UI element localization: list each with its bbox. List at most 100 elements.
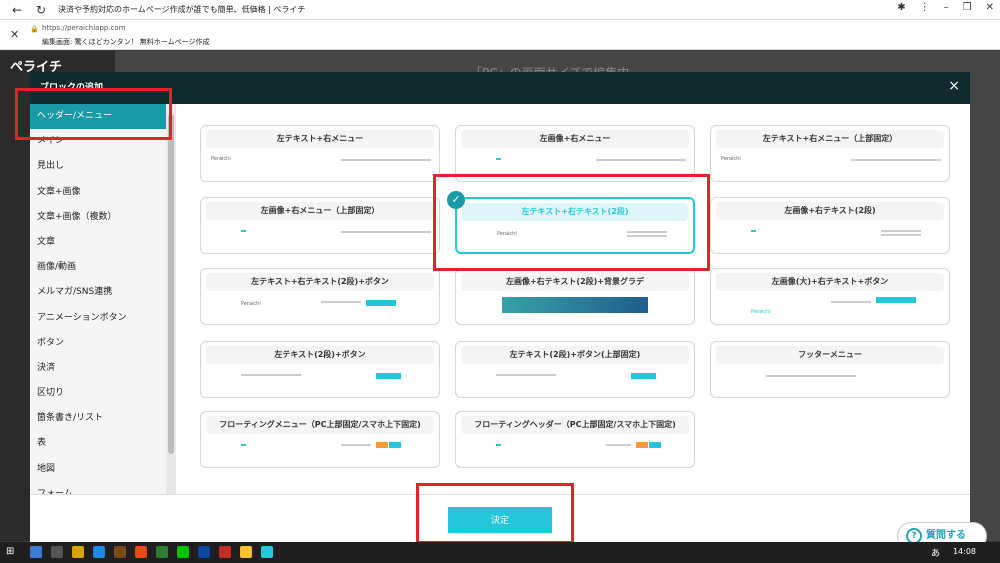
app-icon[interactable] [177, 546, 189, 558]
preview-button [636, 442, 648, 448]
highlight-box-template [433, 174, 710, 271]
template-card[interactable]: 左テキスト(2段)+ボタン [200, 341, 440, 398]
preview-menu [851, 159, 941, 161]
clock: 14:08 [952, 547, 976, 556]
template-card[interactable]: フッターメニュー [710, 341, 950, 398]
template-label: 左画像+右テキスト(2段) [716, 202, 944, 220]
menu-item-heading[interactable]: 見出し [30, 154, 175, 179]
template-label: 左画像+右メニュー（上部固定） [206, 202, 434, 220]
menu-item-animation-button[interactable]: アニメーションボタン [30, 306, 175, 331]
modal-close-icon[interactable]: × [948, 78, 960, 94]
menu-item-divider[interactable]: 区切り [30, 381, 175, 406]
app-icon[interactable] [72, 546, 84, 558]
preview-menu [341, 159, 431, 161]
template-preview [466, 440, 684, 460]
close-icon[interactable]: ✕ [10, 28, 19, 41]
menu-item-image-video[interactable]: 画像/動画 [30, 255, 175, 280]
menu-item-mailmag-sns[interactable]: メルマガ/SNS連携 [30, 280, 175, 305]
template-preview [721, 226, 939, 246]
app-icon[interactable] [198, 546, 210, 558]
template-card[interactable]: フローティングヘッダー（PC上部固定/スマホ上下固定) [455, 411, 695, 468]
template-card[interactable]: 左テキスト+右メニュー（上部固定） Peraichi [710, 125, 950, 182]
window-controls: ✱ ⋮ – ❐ ✕ [897, 2, 994, 13]
template-card[interactable]: 左テキスト+右テキスト(2段)+ボタン Peraichi [200, 268, 440, 325]
extensions-icon[interactable]: ✱ [897, 2, 905, 13]
app-icon[interactable] [114, 546, 126, 558]
template-card[interactable]: 左テキスト(2段)+ボタン(上部固定) [455, 341, 695, 398]
app-icon[interactable] [156, 546, 168, 558]
lock-icon: 🔒 [30, 25, 39, 33]
preview-logo-image [241, 444, 246, 446]
menu-item-text-image-multi[interactable]: 文章+画像（複数） [30, 205, 175, 230]
template-label: 左画像+右テキスト(2段)+背景グラデ [461, 273, 689, 291]
template-preview [466, 370, 684, 390]
template-label: 左画像+右メニュー [461, 130, 689, 148]
app-icon[interactable] [93, 546, 105, 558]
template-preview [211, 226, 431, 246]
reload-icon[interactable]: ↻ [34, 3, 48, 17]
preview-logo-image [496, 158, 501, 160]
preview-button [376, 373, 401, 379]
menu-item-list[interactable]: 箇条書き/リスト [30, 406, 175, 431]
template-preview: Peraichi [721, 297, 939, 317]
tab-title: 決済や予約対応のホームページ作成が誰でも簡単、低価格 | ペライチ [58, 5, 306, 14]
app-icon[interactable] [240, 546, 252, 558]
template-label: 左画像(大)+右テキスト+ボタン [716, 273, 944, 291]
app-icon[interactable] [135, 546, 147, 558]
maximize-icon[interactable]: ❐ [963, 2, 972, 13]
template-card[interactable]: 左画像+右テキスト(2段)+背景グラデ [455, 268, 695, 325]
menu-item-payment[interactable]: 決済 [30, 356, 175, 381]
highlight-box-confirm [416, 483, 574, 544]
app-icon[interactable] [261, 546, 273, 558]
preview-menu [596, 159, 686, 161]
back-arrow-icon[interactable]: ← [10, 3, 24, 17]
template-preview: Peraichi [211, 154, 431, 174]
taskbar: ⊞ あ 14:08 [0, 542, 1000, 563]
preview-button [876, 297, 916, 303]
template-label: 左テキスト+右テキスト(2段)+ボタン [206, 273, 434, 291]
menu-item-button[interactable]: ボタン [30, 331, 175, 356]
menu-item-table[interactable]: 表 [30, 431, 175, 456]
windows-start-icon[interactable]: ⊞ [6, 546, 18, 558]
preview-button [389, 442, 401, 448]
preview-text-line [321, 301, 361, 303]
template-card[interactable]: 左画像+右テキスト(2段) [710, 197, 950, 254]
preview-text-line [606, 444, 631, 446]
preview-logo: Peraichi [211, 156, 231, 162]
menu-item-text[interactable]: 文章 [30, 230, 175, 255]
menu-item-map[interactable]: 地図 [30, 457, 175, 482]
app-icon[interactable] [30, 546, 42, 558]
template-label: 左テキスト(2段)+ボタン [206, 346, 434, 364]
template-card[interactable]: 左画像+右メニュー（上部固定） [200, 197, 440, 254]
preview-text-line [881, 230, 921, 232]
template-preview [211, 440, 429, 460]
more-menu-icon[interactable]: ⋮ [920, 2, 930, 13]
preview-text-line [881, 234, 921, 236]
preview-text-line [341, 444, 371, 446]
preview-logo: Peraichi [241, 301, 261, 307]
preview-text-line [241, 374, 301, 376]
url-text[interactable]: https://peraichiapp.com [42, 24, 126, 32]
ime-indicator[interactable]: あ [931, 546, 940, 559]
minimize-icon[interactable]: – [944, 2, 949, 13]
address-bar: ✕ 🔒 https://peraichiapp.com 編集画面: 驚くほどカン… [0, 20, 1000, 50]
app-icon[interactable] [219, 546, 231, 558]
menu-item-text-image[interactable]: 文章+画像 [30, 180, 175, 205]
preview-button [631, 373, 656, 379]
menu-scrollbar-thumb[interactable] [168, 114, 174, 454]
template-preview [721, 370, 939, 390]
preview-menu [341, 231, 431, 233]
page-subtitle: 編集画面: 驚くほどカンタン！ 無料ホームページ作成 [42, 38, 210, 46]
menu-scrollbar[interactable] [166, 104, 176, 494]
category-menu: ヘッダー/メニュー メイン 見出し 文章+画像 文章+画像（複数） 文章 画像/… [30, 104, 176, 494]
template-card[interactable]: フローティングメニュー（PC上部固定/スマホ上下固定) [200, 411, 440, 468]
help-label: 質問する [926, 530, 966, 541]
template-card[interactable]: 左画像(大)+右テキスト+ボタン Peraichi [710, 268, 950, 325]
app-icon[interactable] [51, 546, 63, 558]
template-label: フローティングヘッダー（PC上部固定/スマホ上下固定) [461, 416, 689, 434]
template-card[interactable]: 左テキスト+右メニュー Peraichi [200, 125, 440, 182]
preview-logo: Peraichi [721, 156, 741, 162]
preview-logo-image [241, 230, 246, 232]
menu-item-form[interactable]: フォーム [30, 482, 175, 494]
close-window-icon[interactable]: ✕ [986, 2, 994, 13]
